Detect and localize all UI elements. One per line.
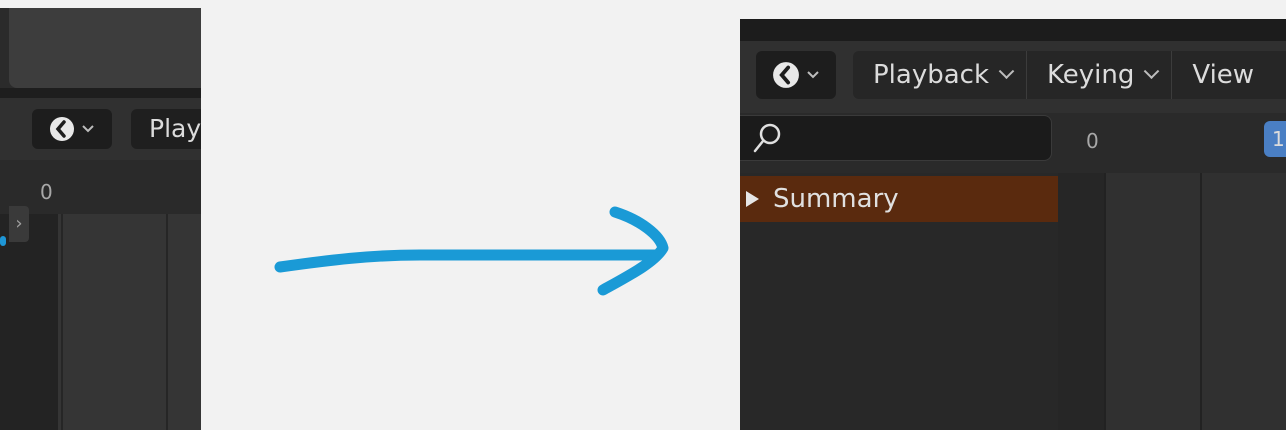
menu-label: Keying — [1047, 60, 1135, 90]
chevron-right-icon: › — [15, 213, 23, 234]
expand-triangle-icon[interactable] — [746, 191, 759, 207]
grid-line — [1200, 173, 1202, 430]
current-frame-indicator[interactable]: 1 — [1264, 121, 1286, 157]
channel-row-summary[interactable]: Summary — [740, 176, 1058, 222]
search-input[interactable] — [790, 116, 1044, 162]
clock-icon — [50, 117, 74, 141]
grid-line — [166, 214, 168, 430]
chevron-down-icon — [1144, 62, 1160, 79]
clock-icon — [773, 62, 799, 88]
view-menu[interactable]: View — [1172, 51, 1268, 99]
frame-number: 0 — [1086, 129, 1099, 153]
keying-menu[interactable]: Keying — [1027, 51, 1173, 99]
editor-type-button[interactable] — [32, 109, 112, 149]
grid-line — [1104, 173, 1106, 430]
grid-line — [61, 214, 63, 430]
annotation-stroke-fragment — [0, 236, 6, 246]
channel-region[interactable] — [0, 214, 58, 430]
sidebar-toggle[interactable]: › — [9, 206, 29, 242]
area-divider[interactable] — [740, 19, 1286, 41]
channel-label: Summary — [773, 184, 899, 214]
timeline-header: Playback Keying View — [740, 41, 1286, 113]
after-screenshot-panel: Playback Keying View 0 1 Summary — [740, 19, 1286, 430]
search-icon — [753, 123, 781, 153]
before-screenshot-panel: Play 0 › — [0, 8, 201, 430]
timeline-header: Play — [0, 98, 201, 160]
playback-menu[interactable]: Play — [131, 109, 201, 149]
editor-area — [9, 8, 201, 88]
search-row: 0 1 — [740, 113, 1286, 173]
menu-label: View — [1192, 60, 1255, 90]
chevron-down-icon — [82, 125, 94, 133]
menu-label: Playback — [873, 60, 990, 90]
header-menubar: Playback Keying View — [853, 51, 1286, 99]
arrow-annotation — [274, 206, 669, 296]
chevron-down-icon — [807, 71, 819, 79]
keyframe-area-margin — [1058, 173, 1106, 430]
area-divider[interactable] — [0, 88, 201, 98]
chevron-down-icon — [998, 62, 1015, 79]
frame-number: 0 — [40, 180, 53, 204]
editor-type-button[interactable] — [756, 51, 836, 99]
channel-search-field[interactable] — [740, 115, 1052, 162]
frame-ruler[interactable]: 0 — [0, 160, 201, 214]
playback-menu[interactable]: Playback — [853, 51, 1028, 99]
